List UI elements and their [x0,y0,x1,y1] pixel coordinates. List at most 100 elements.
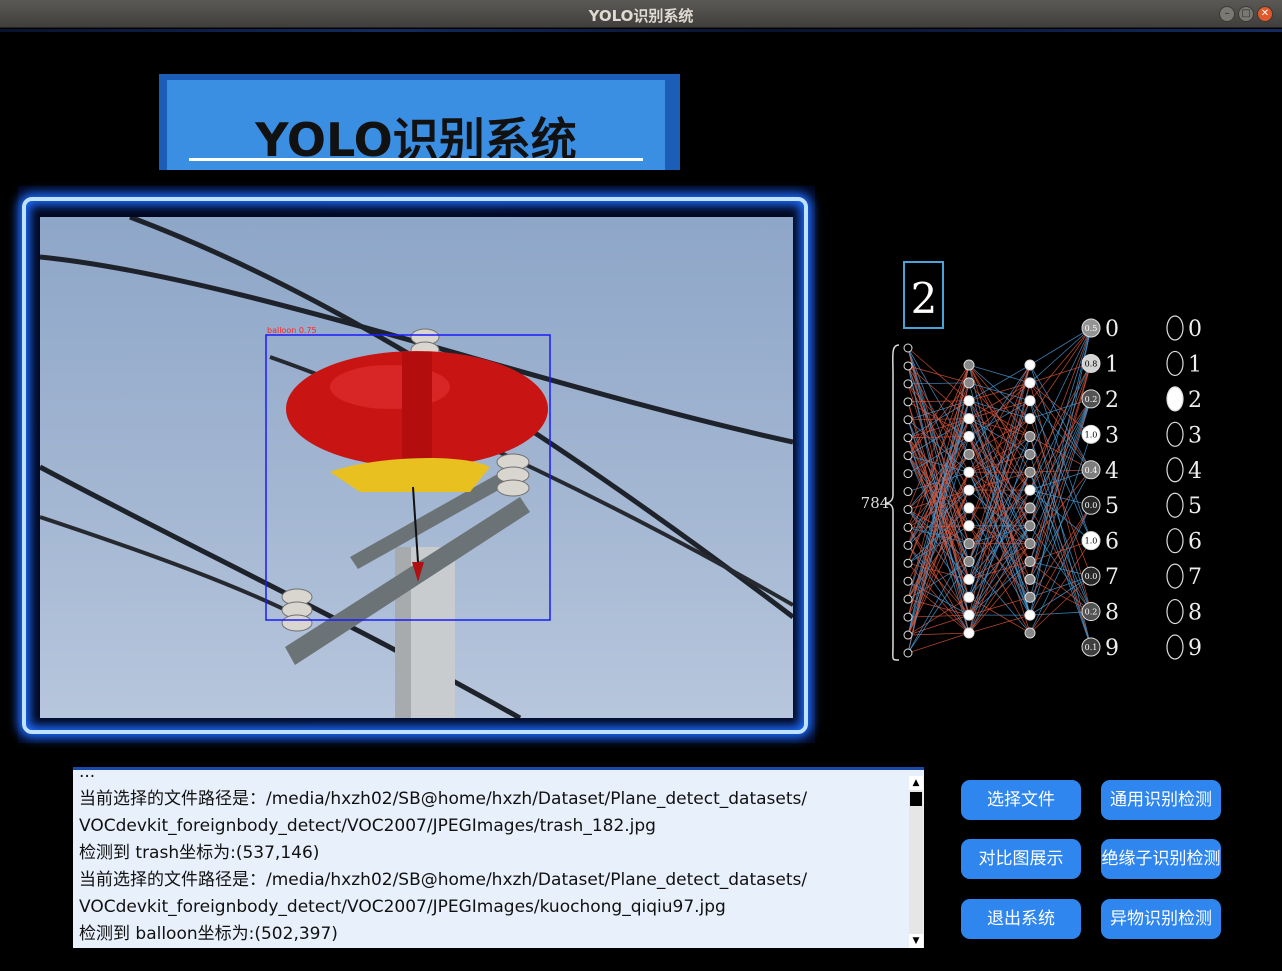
network-node [903,343,913,353]
log-line: 检测到 balloon坐标为:(502,397) [79,924,338,944]
network-node [1024,556,1036,568]
output-label: 0 [1105,317,1119,342]
prediction-circle [1166,528,1184,554]
output-label: 7 [1105,565,1119,590]
output-label: 8 [1105,601,1119,626]
network-node [903,504,913,514]
network-node [903,630,913,640]
network-node [903,540,913,550]
network-node [963,430,975,442]
prediction-label: 2 [1188,388,1202,413]
network-node [903,522,913,532]
network-node [963,466,975,478]
scroll-up-icon[interactable]: ▲ [909,776,923,790]
select-file-button[interactable]: 选择文件 [961,780,1081,820]
output-label: 5 [1105,494,1119,519]
output-value: 0.0 [1085,572,1098,581]
network-node [903,469,913,479]
exit-system-button[interactable]: 退出系统 [961,899,1081,939]
prediction-label: 1 [1188,352,1202,377]
network-node [903,612,913,622]
network-node [963,591,975,603]
network-node [1024,395,1036,407]
prediction-label: 9 [1188,636,1202,661]
general-detect-button[interactable]: 通用识别检测 [1101,780,1221,820]
neural-network-diagram: 2 7 8 4 0.5 0 0 0.8 1 1 0.2 2 2 1.0 3 3 0.4 4 4 0.0 5 5 1.0 6… [855,255,1225,700]
scroll-down-icon[interactable]: ▼ [909,934,923,948]
prediction-circle [1166,492,1184,518]
network-node [1024,502,1036,514]
network-node [1024,359,1036,371]
network-node [903,433,913,443]
network-node [963,627,975,639]
output-value: 0.2 [1085,395,1098,404]
prediction-label: 6 [1188,530,1202,555]
output-value: 1.0 [1085,430,1098,439]
prediction-circle [1166,386,1184,412]
network-node [963,609,975,621]
network-node [903,576,913,586]
network-node [963,538,975,550]
prediction-label: 0 [1188,317,1202,342]
network-node [1024,538,1036,550]
detection-image-canvas: balloon 0.75 [40,217,793,718]
log-output[interactable]: ... 当前选择的文件路径是：/media/hxzh02/SB@home/hxz… [73,762,924,948]
compare-show-button[interactable]: 对比图展示 [961,839,1081,879]
prediction-label: 7 [1188,565,1202,590]
network-node [963,359,975,371]
network-node [903,648,913,658]
network-node [1024,484,1036,496]
network-node [1024,609,1036,621]
prediction-label: 5 [1188,494,1202,519]
network-node [963,556,975,568]
network-node [1024,591,1036,603]
network-outputs: 0.5 0 0 0.8 1 1 0.2 2 2 1.0 3 3 0.4 4 4 0.0 5 5 1.0 6 6 0.0 7 7… [1085,315,1202,661]
prediction-circle [1166,598,1184,625]
network-node [1024,573,1036,585]
close-icon[interactable]: ✕ [1257,6,1273,22]
network-node [963,520,975,532]
log-line: 检测到 trash坐标为:(537,146) [79,843,320,863]
network-node [903,415,913,425]
network-node [903,487,913,497]
input-brace [884,344,900,661]
network-node [1024,520,1036,532]
log-scrollbar[interactable]: ▲ ▼ [909,776,923,948]
network-node [1024,430,1036,442]
log-line: ... [79,762,96,782]
network-node [1024,466,1036,478]
minimize-icon[interactable]: – [1219,6,1235,22]
window-title: YOLO识别系统 [588,7,694,25]
network-node [963,377,975,389]
output-label: 3 [1105,423,1119,448]
log-line: VOCdevkit_foreignbody_detect/VOC2007/JPE… [79,816,656,836]
network-node [903,397,913,407]
prediction-circle [1166,315,1184,341]
prediction-label: 8 [1188,601,1202,626]
network-node [1024,377,1036,389]
window-titlebar: YOLO识别系统 – □ ✕ [0,0,1282,28]
network-node [903,451,913,461]
maximize-icon[interactable]: □ [1238,6,1254,22]
output-label: 2 [1105,388,1119,413]
foreign-detect-button[interactable]: 异物识别检测 [1101,899,1221,939]
prediction-circle [1166,350,1184,377]
output-label: 4 [1105,459,1119,484]
network-node [963,573,975,585]
log-line: 当前选择的文件路径是：/media/hxzh02/SB@home/hxzh/Da… [79,870,808,890]
insulator-detect-button[interactable]: 绝缘子识别检测 [1101,839,1221,879]
network-node [903,594,913,604]
output-label: 9 [1105,636,1119,661]
output-value: 0.1 [1085,643,1098,652]
network-node [963,395,975,407]
prediction-circle [1166,634,1184,660]
detection-image: balloon 0.75 [40,217,793,718]
output-value: 0.0 [1085,501,1098,510]
network-node [903,379,913,389]
output-value: 0.2 [1085,608,1098,617]
scroll-thumb[interactable] [910,792,922,806]
header-banner-inner: YOLO识别系统 [167,80,665,170]
input-digit: 2 [911,274,938,323]
network-node [1024,413,1036,425]
network-node [963,413,975,425]
